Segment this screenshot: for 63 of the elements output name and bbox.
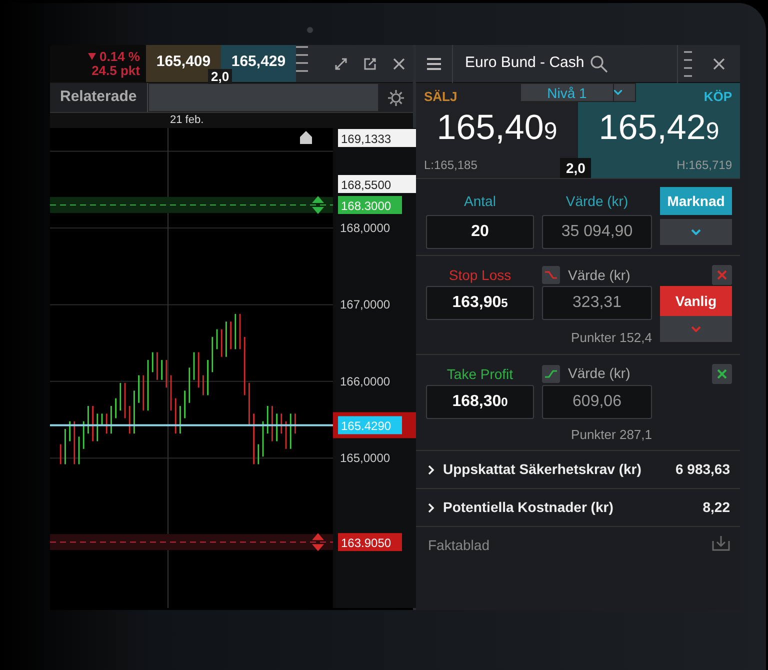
stop-loss-price-field[interactable]: 163,905 xyxy=(426,286,534,320)
search-icon[interactable] xyxy=(590,54,608,72)
buy-panel-label: KÖP xyxy=(704,89,732,104)
summary-label[interactable]: Uppskattat Säkerhetskrav (kr) xyxy=(443,459,642,480)
stop-loss-label: Stop Loss xyxy=(448,267,512,283)
high-price: H:165,719 xyxy=(676,158,732,172)
drag-arrows-icon[interactable] xyxy=(312,533,324,552)
factsheet-link[interactable]: Faktablad xyxy=(428,535,490,556)
date-label: 21 feb. xyxy=(170,114,204,126)
level-dropdown[interactable]: Nivå 1 xyxy=(520,83,636,102)
caret-icon xyxy=(691,326,701,332)
summary-value: 8,22 xyxy=(702,498,730,517)
axis-tick-label: 166,0000 xyxy=(340,374,390,388)
take-profit-value-field[interactable]: 609,06 xyxy=(542,384,652,418)
take-profit-label: Take Profit xyxy=(446,366,514,382)
chevron-icon[interactable] xyxy=(428,502,435,512)
value-field[interactable]: 35 094,90 xyxy=(542,215,652,249)
spread-value: 2,0 xyxy=(560,158,592,178)
sell-panel-price: 165,409 xyxy=(436,109,558,149)
home-icon xyxy=(300,131,312,144)
chevron-icon[interactable] xyxy=(428,464,435,474)
value-label: Värde (kr) xyxy=(568,364,630,383)
axis-tick-label: 167,0000 xyxy=(340,298,390,312)
price-tag: 165.4290 xyxy=(333,412,416,438)
take-profit-price-field[interactable]: 168,300 xyxy=(426,384,534,418)
search-field[interactable] xyxy=(148,83,379,112)
axis-tick-label: 165,0000 xyxy=(340,451,390,466)
points-label: Punkter 287,1 xyxy=(571,426,652,442)
price-tag: 169,1333 xyxy=(338,129,416,147)
toggle-icon[interactable] xyxy=(544,270,558,280)
buy-panel-price: 165,429 xyxy=(598,109,720,149)
points-label: Punkter 152,4 xyxy=(571,330,652,345)
caret-icon xyxy=(691,229,701,235)
quantity-field[interactable]: 20 xyxy=(426,215,534,249)
value-label: Värde (kr) xyxy=(566,193,628,209)
price-tag: 168,5500 xyxy=(338,175,416,193)
download-icon[interactable] xyxy=(712,534,730,550)
close-icon[interactable] xyxy=(392,56,406,70)
close-icon[interactable] xyxy=(713,58,726,70)
stop-loss-type-button[interactable]: Vanlig xyxy=(660,286,732,316)
popout-icon[interactable] xyxy=(362,56,376,70)
summary-label[interactable]: Potentiella Kostnader (kr) xyxy=(443,497,614,518)
stop-loss-value-field[interactable]: 323,31 xyxy=(542,286,652,320)
price-tag: 168.3000 xyxy=(338,196,402,214)
menu-icon[interactable] xyxy=(427,58,441,70)
camera-icon xyxy=(307,27,313,33)
low-price: L:165,185 xyxy=(424,158,478,172)
expand-icon[interactable] xyxy=(334,56,348,70)
settings-icon[interactable] xyxy=(387,88,405,106)
sell-panel-label: SÄLJ xyxy=(424,89,458,104)
price-tag: 163.9050 xyxy=(338,533,402,552)
spread-value: 2,0 xyxy=(208,69,232,84)
close-icon[interactable] xyxy=(717,368,727,378)
toggle-icon[interactable] xyxy=(544,368,558,378)
axis-tick-label: 168,0000 xyxy=(340,221,390,235)
change-points: 24.5 pkt xyxy=(92,64,140,78)
summary-value: 6 983,63 xyxy=(676,460,730,479)
value-label: Värde (kr) xyxy=(568,266,630,285)
down-triangle-icon xyxy=(88,53,96,60)
drag-handle-icon[interactable] xyxy=(684,50,692,78)
drag-arrows-icon[interactable] xyxy=(312,196,324,214)
quantity-label: Antal xyxy=(464,193,496,209)
change-percent: 0.14 % xyxy=(100,50,140,64)
